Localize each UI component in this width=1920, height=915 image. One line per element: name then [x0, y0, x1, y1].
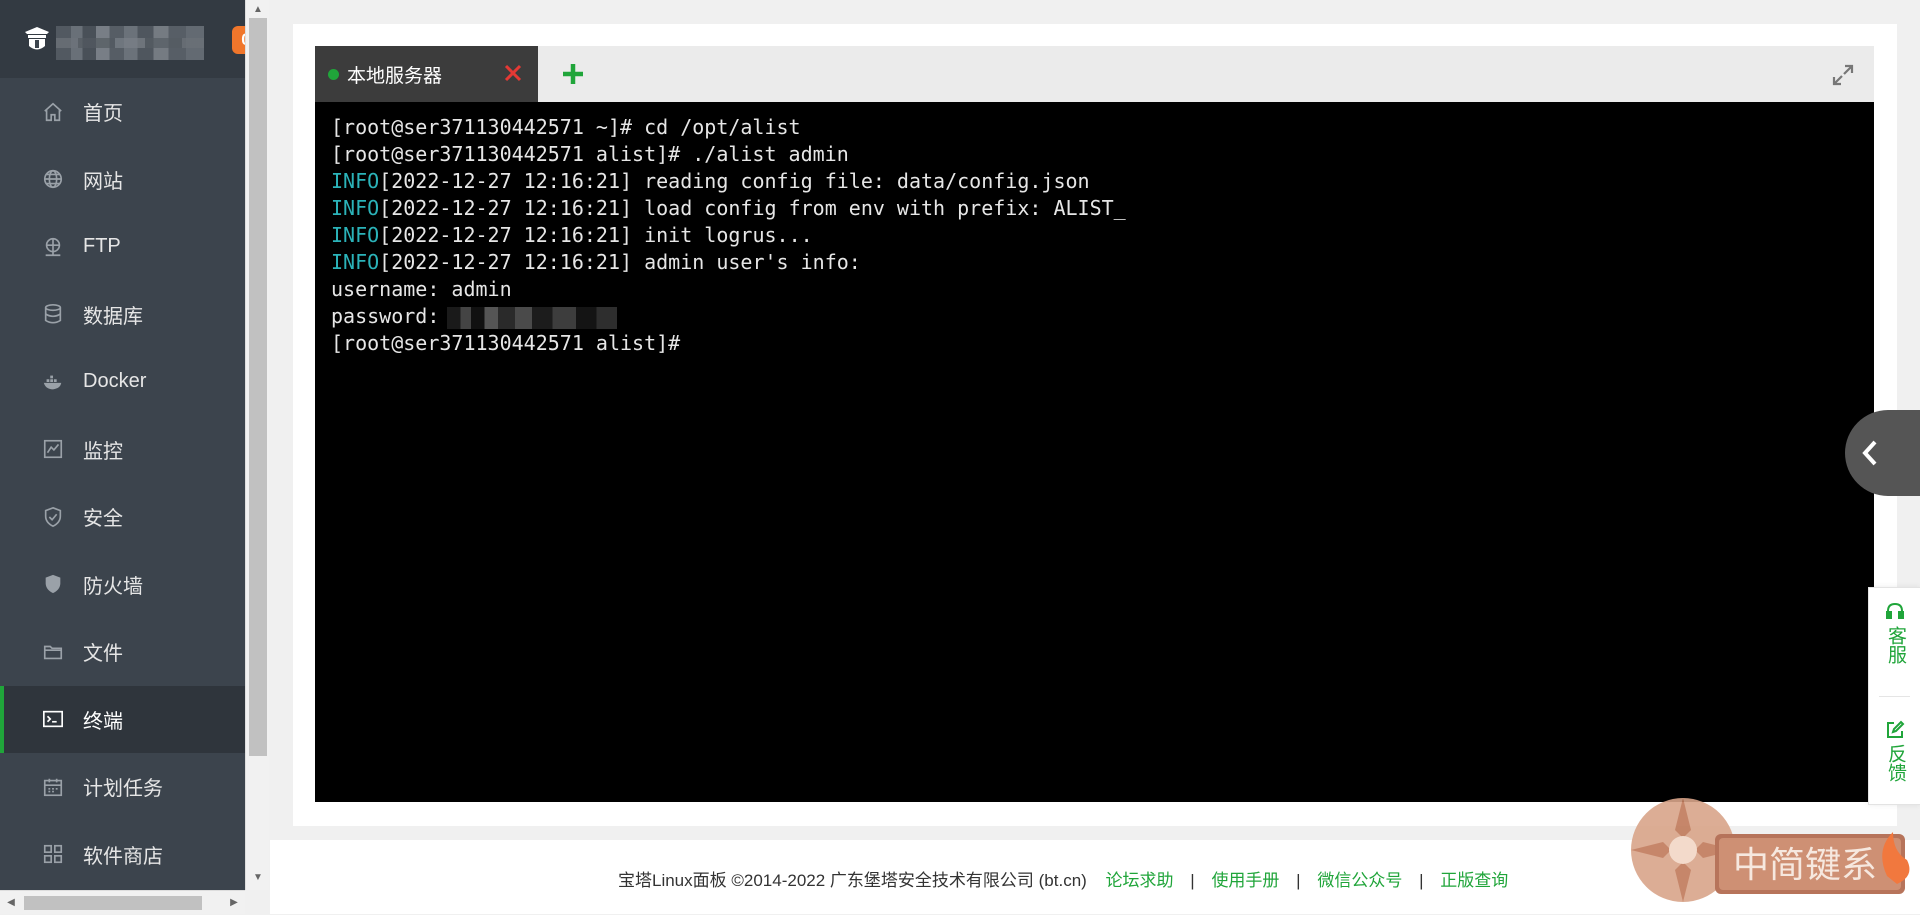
calendar-icon	[42, 776, 64, 798]
sidebar-item-database[interactable]: 数据库	[0, 281, 245, 349]
sidebar-item-label: 网站	[83, 170, 123, 193]
scroll-left-arrow-icon[interactable]: ◀	[2, 891, 20, 915]
tab-local-server[interactable]: 本地服务器	[315, 46, 538, 102]
log-level-info: INFO	[331, 223, 380, 247]
log-level-info: INFO	[331, 196, 380, 220]
sidebar-item-firewall[interactable]: 防火墙	[0, 551, 245, 619]
fullscreen-icon[interactable]	[1830, 62, 1856, 88]
docker-icon	[42, 371, 64, 393]
sidebar-horizontal-scrollbar[interactable]: ◀ ▶	[0, 890, 245, 914]
chevron-left-icon	[1862, 440, 1877, 466]
connection-status-dot	[328, 68, 339, 80]
sidebar-item-ftp[interactable]: FTP	[0, 213, 245, 281]
wechat-account-link[interactable]: 微信公众号	[1317, 871, 1402, 890]
sidebar-item-label: 数据库	[83, 305, 143, 328]
terminal-panel: 本地服务器 [root@ser371130442571 ~]# cd /opt/…	[293, 24, 1897, 826]
database-icon	[42, 303, 64, 325]
log-level-info: INFO	[331, 250, 380, 274]
globe-icon	[42, 168, 64, 190]
sidebar-item-security[interactable]: 安全	[0, 483, 245, 551]
sidebar-item-docker[interactable]: Docker	[0, 348, 245, 416]
footer-separator: |	[1419, 871, 1424, 890]
sidebar-item-label: 防火墙	[83, 575, 143, 598]
close-icon[interactable]	[502, 62, 524, 84]
sidebar-header: 0	[0, 0, 260, 78]
password-redacted	[447, 306, 618, 329]
edit-icon	[1887, 720, 1905, 738]
apps-icon	[42, 843, 64, 865]
sidebar-vertical-scrollbar[interactable]: ▲ ▼	[245, 0, 269, 890]
sidebar-item-cron[interactable]: 计划任务	[0, 753, 245, 821]
watermark-logo: 中简键系	[1631, 798, 1910, 902]
sidebar-nav: 首页 网站 FTP 数据库 Docker 监控 安全 防火墙 文件 终端 计划任…	[0, 78, 245, 888]
ftp-icon	[42, 236, 64, 258]
home-icon	[42, 101, 64, 123]
terminal-line: INFO[2022-12-27 12:16:21] load config fr…	[331, 196, 1126, 220]
sidebar-item-label: 监控	[83, 440, 123, 463]
scroll-up-arrow-icon[interactable]: ▲	[246, 2, 270, 18]
floating-support-panel: 客服 反馈	[1868, 587, 1920, 805]
scrollbar-thumb[interactable]	[24, 896, 202, 910]
terminal-prompt-line: [root@ser371130442571 alist]#	[331, 331, 681, 355]
add-tab-plus-icon[interactable]	[560, 61, 586, 87]
hostname-redacted	[56, 26, 204, 60]
terminal-tabbar: 本地服务器	[315, 46, 1874, 102]
sidebar-item-website[interactable]: 网站	[0, 146, 245, 214]
tab-label: 本地服务器	[347, 65, 443, 87]
sidebar-item-label: 文件	[83, 643, 123, 666]
sidebar-item-monitor[interactable]: 监控	[0, 416, 245, 484]
firewall-icon	[42, 573, 64, 595]
terminal-icon	[42, 708, 64, 730]
sidebar-item-label: Docker	[83, 370, 147, 393]
copyright-text: 宝塔Linux面板 ©2014-2022 广东堡塔安全技术有限公司 (bt.cn…	[618, 871, 1087, 890]
customer-service-label: 客服	[1885, 626, 1906, 664]
folder-icon	[42, 641, 64, 663]
watermark-text: 中简键系	[1733, 845, 1877, 886]
sidebar-item-label: 计划任务	[83, 778, 163, 801]
sidebar-item-files[interactable]: 文件	[0, 618, 245, 686]
sidebar-item-label: 安全	[83, 508, 123, 531]
terminal-output[interactable]: [root@ser371130442571 ~]# cd /opt/alist …	[315, 102, 1874, 802]
license-check-link[interactable]: 正版查询	[1440, 871, 1508, 890]
terminal-line: INFO[2022-12-27 12:16:21] reading config…	[331, 169, 1090, 193]
terminal-line: INFO[2022-12-27 12:16:21] init logrus...	[331, 223, 813, 247]
bt-logo-icon	[25, 27, 49, 50]
customer-service-button[interactable]: 客服	[1869, 602, 1920, 670]
headset-icon	[1886, 602, 1904, 619]
sidebar-item-home[interactable]: 首页	[0, 78, 245, 146]
terminal-line: username: admin	[331, 277, 512, 301]
feedback-button[interactable]: 反馈	[1869, 720, 1920, 788]
scroll-down-arrow-icon[interactable]: ▼	[246, 870, 270, 886]
divider	[1879, 696, 1910, 697]
terminal-line: INFO[2022-12-27 12:16:21] admin user's i…	[331, 250, 861, 274]
terminal-line: [root@ser371130442571 alist]# ./alist ad…	[331, 142, 849, 166]
terminal-line: [root@ser371130442571 ~]# cd /opt/alist	[331, 115, 801, 139]
scrollbar-thumb[interactable]	[249, 18, 267, 756]
shield-icon	[42, 506, 64, 528]
sidebar-item-label: 终端	[83, 710, 123, 733]
scroll-right-arrow-icon[interactable]: ▶	[225, 891, 243, 915]
footer-separator: |	[1190, 871, 1195, 890]
forum-help-link[interactable]: 论坛求助	[1106, 871, 1174, 890]
monitor-icon	[42, 438, 64, 460]
sidebar-item-label: 首页	[83, 103, 123, 126]
feedback-label: 反馈	[1885, 744, 1906, 782]
sidebar-item-terminal[interactable]: 终端	[0, 685, 245, 753]
sidebar-item-app-store[interactable]: 软件商店	[0, 821, 245, 889]
sidebar: 0 首页 网站 FTP 数据库	[0, 0, 260, 914]
terminal-line: password:	[331, 303, 1874, 330]
sidebar-item-label: 软件商店	[83, 845, 163, 868]
user-manual-link[interactable]: 使用手册	[1211, 871, 1279, 890]
sidebar-item-label: FTP	[83, 235, 121, 258]
log-level-info: INFO	[331, 169, 380, 193]
footer-separator: |	[1296, 871, 1301, 890]
